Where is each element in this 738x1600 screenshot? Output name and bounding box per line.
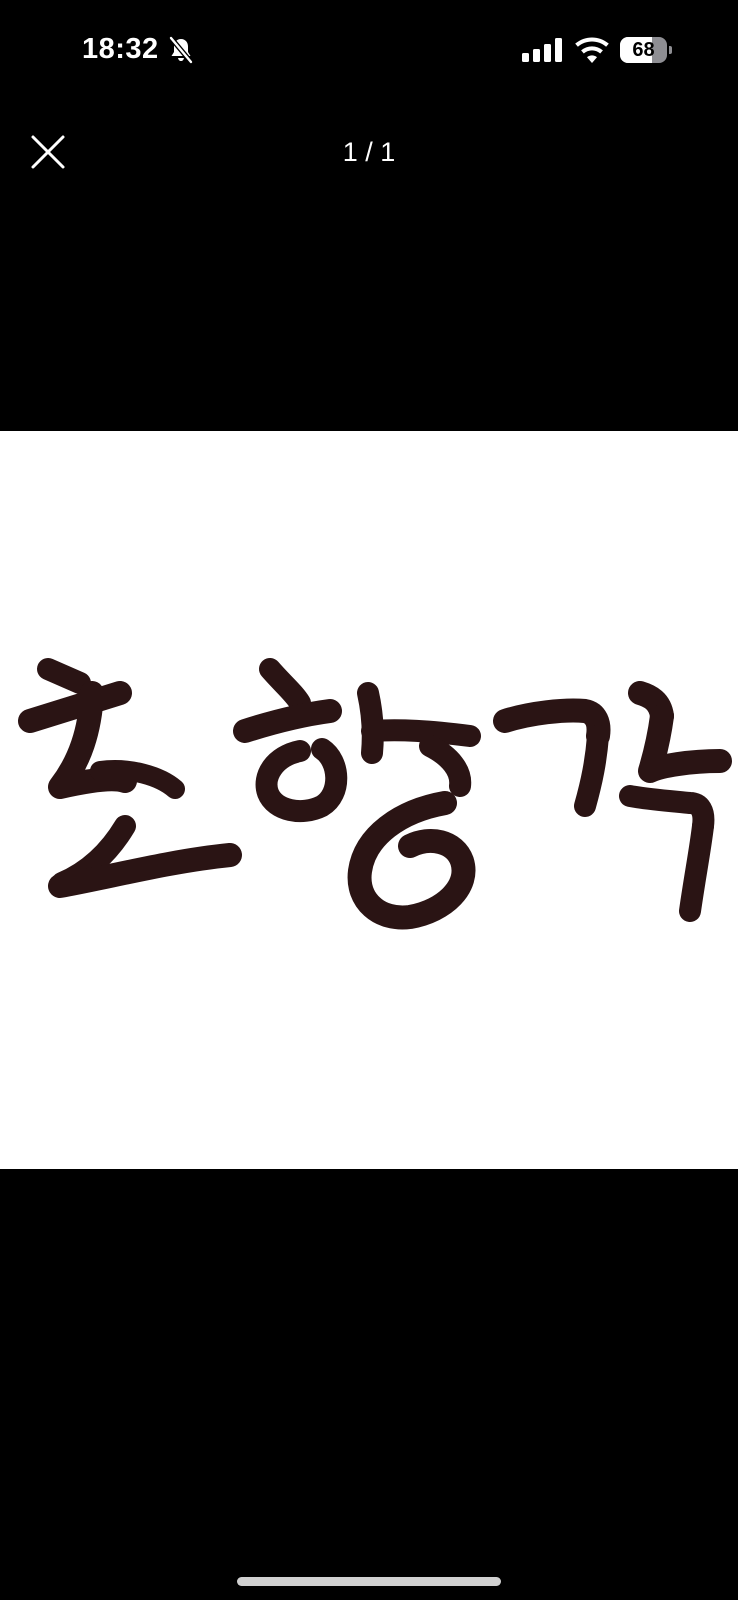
status-time: 18:32 <box>82 33 159 65</box>
wifi-icon <box>575 37 609 63</box>
image-viewer[interactable] <box>0 431 738 1169</box>
signal-icon <box>522 38 562 62</box>
battery-level: 68 <box>632 39 655 61</box>
calligraphy-image <box>18 658 732 930</box>
bell-off-icon <box>169 36 193 64</box>
battery-icon: 68 <box>620 37 672 63</box>
battery-cap <box>669 46 672 54</box>
page-counter: 1 / 1 <box>342 137 396 167</box>
home-indicator[interactable] <box>237 1577 501 1586</box>
status-bar: 18:32 68 <box>0 0 738 100</box>
battery-body: 68 <box>620 37 667 63</box>
